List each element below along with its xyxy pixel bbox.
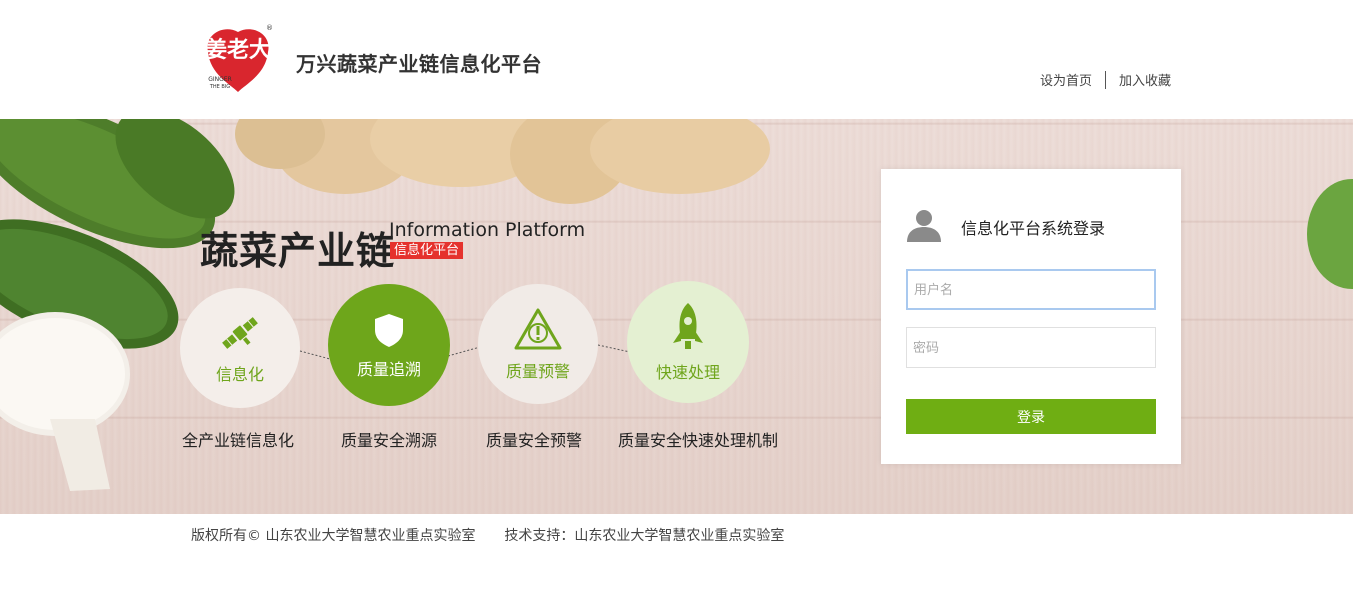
feature-caption: 质量安全预警 <box>486 431 583 450</box>
footer: 版权所有© 山东农业大学智慧农业重点实验室 技术支持：山东农业大学智慧农业重点实… <box>191 525 784 545</box>
password-input[interactable] <box>906 327 1156 368</box>
footer-support: 技术支持：山东农业大学智慧农业重点实验室 <box>504 528 785 544</box>
brand-logo[interactable]: 姜老大 GINGER THE BIG ® <box>198 22 276 94</box>
feature-caption: 质量安全溯源 <box>341 431 438 450</box>
login-title: 信息化平台系统登录 <box>961 219 1106 238</box>
svg-text:®: ® <box>266 24 273 32</box>
set-homepage-link[interactable]: 设为首页 <box>1040 70 1092 89</box>
shield-icon <box>375 314 403 347</box>
feature-quick-handling[interactable]: 快速处理 <box>627 281 749 403</box>
feature-label: 信息化 <box>215 365 264 384</box>
satellite-icon <box>222 317 258 349</box>
logo-text-en-2: THE BIG <box>209 84 230 90</box>
feature-caption: 质量安全快速处理机制 <box>618 431 779 450</box>
rocket-icon <box>673 303 703 349</box>
login-panel: 信息化平台系统登录 登录 <box>881 169 1181 464</box>
feature-caption: 全产业链信息化 <box>182 431 295 450</box>
user-icon <box>907 210 941 242</box>
logo-text-en-1: GINGER <box>208 76 232 83</box>
feature-informatization[interactable]: 信息化 <box>180 288 300 408</box>
top-links: 设为首页 加入收藏 <box>1040 70 1171 89</box>
header: 姜老大 GINGER THE BIG ® 万兴蔬菜产业链信息化平台 设为首页 加… <box>0 0 1353 119</box>
feature-quality-warning[interactable]: 质量预警 <box>478 284 598 404</box>
username-input[interactable] <box>906 269 1156 310</box>
logo-text-cn: 姜老大 <box>205 37 271 63</box>
feature-quality-trace[interactable]: 质量追溯 <box>328 284 450 406</box>
login-button[interactable]: 登录 <box>906 399 1156 434</box>
feature-label: 质量预警 <box>505 362 570 381</box>
feature-label: 快速处理 <box>655 363 720 382</box>
warning-icon <box>514 308 562 350</box>
site-title: 万兴蔬菜产业链信息化平台 <box>296 52 542 76</box>
feature-label: 质量追溯 <box>356 360 421 379</box>
link-divider <box>1104 70 1106 89</box>
add-favorite-link[interactable]: 加入收藏 <box>1119 70 1171 89</box>
footer-copyright: 版权所有© 山东农业大学智慧农业重点实验室 <box>191 528 476 544</box>
